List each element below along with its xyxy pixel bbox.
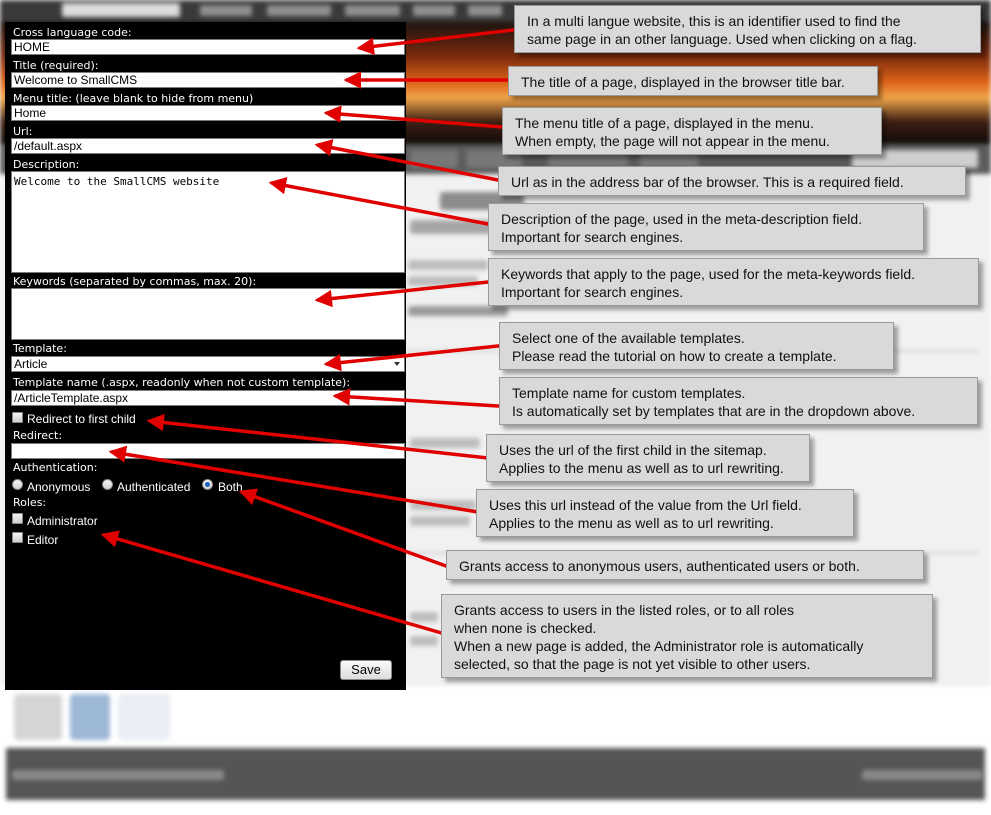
callout-text-line: Select one of the available templates. [512, 330, 745, 346]
role-administrator-label: Administrator [27, 514, 98, 528]
callout-text-line: Grants access to anonymous users, authen… [459, 558, 860, 574]
callout-text-line: Uses this url instead of the value from … [489, 497, 802, 513]
template-name-input[interactable]: /ArticleTemplate.aspx [11, 390, 405, 406]
page-properties-panel: Cross language code: HOME Title (require… [5, 22, 406, 690]
chevron-down-icon [394, 362, 400, 366]
callout-text-line: The title of a page, displayed in the br… [521, 74, 845, 90]
background-nav-link [345, 5, 400, 16]
background-nav-link [200, 5, 252, 16]
cross-language-label: Cross language code: [13, 26, 132, 39]
role-administrator-checkbox[interactable] [12, 513, 23, 524]
callout-text-line: Applies to the menu as well as to url re… [489, 515, 774, 531]
auth-both-label: Both [218, 480, 243, 494]
callout-text-line: Uses the url of the first child in the s… [499, 442, 767, 458]
callout-text-line: Description of the page, used in the met… [501, 211, 863, 227]
callout-text-line: Important for search engines. [501, 229, 684, 245]
redirect-input[interactable] [11, 443, 405, 459]
callout-url: Url as in the address bar of the browser… [498, 166, 966, 196]
callout-roles: Grants access to users in the listed rol… [441, 594, 933, 678]
callout-text-line: Keywords that apply to the page, used fo… [501, 266, 916, 282]
description-textarea[interactable]: Welcome to the SmallCMS website [11, 171, 405, 273]
template-name-label: Template name (.aspx, readonly when not … [13, 376, 351, 389]
role-editor-label: Editor [27, 533, 59, 547]
callout-text-line: selected, so that the page is not yet vi… [454, 656, 811, 672]
keywords-label: Keywords (separated by commas, max. 20): [13, 275, 257, 288]
auth-authenticated-radio[interactable] [102, 479, 113, 490]
callout-text-line: Is automatically set by templates that a… [512, 403, 916, 419]
title-label: Title (required): [13, 59, 99, 72]
background-sitemap-select [62, 3, 180, 17]
role-editor-checkbox[interactable] [12, 532, 23, 543]
callout-authentication: Grants access to anonymous users, authen… [446, 550, 924, 580]
background-text-line [408, 276, 478, 286]
callout-description: Description of the page, used in the met… [488, 203, 924, 251]
background-nav-link [413, 5, 455, 16]
background-footer-text [12, 770, 224, 780]
callout-text-line: The menu title of a page, displayed in t… [515, 115, 814, 131]
callout-text-line: Grants access to users in the listed rol… [454, 602, 795, 618]
menu-title-label: Menu title: (leave blank to hide from me… [13, 92, 254, 105]
roles-label: Roles: [13, 496, 47, 509]
background-text-line [410, 636, 438, 646]
callout-text-line: In a multi langue website, this is an id… [527, 13, 901, 29]
authentication-label: Authentication: [13, 461, 98, 474]
title-input[interactable]: Welcome to SmallCMS [11, 72, 405, 88]
callout-text-line: Applies to the menu as well as to url re… [499, 460, 784, 476]
redirect-first-child-label: Redirect to first child [27, 412, 136, 426]
callout-keywords: Keywords that apply to the page, used fo… [488, 258, 979, 306]
background-text-line [408, 306, 508, 316]
background-text-line [410, 516, 470, 526]
callout-template-name: Template name for custom templates. Is a… [499, 377, 978, 425]
partner-logo-icon [118, 694, 170, 740]
callout-menu-title: The menu title of a page, displayed in t… [502, 107, 882, 155]
callout-title: The title of a page, displayed in the br… [508, 66, 878, 96]
redirect-label: Redirect: [13, 429, 63, 442]
callout-template: Select one of the available templates. P… [499, 322, 894, 370]
background-footer-links [862, 770, 982, 780]
cross-language-input[interactable]: HOME [11, 39, 405, 55]
template-select[interactable]: Article [11, 356, 405, 372]
dotnet-logo-icon [14, 694, 62, 740]
callout-redirect-first-child: Uses the url of the first child in the s… [486, 434, 810, 482]
callout-text-line: Template name for custom templates. [512, 385, 746, 401]
url-label: Url: [13, 125, 33, 138]
jquery-logo-icon [70, 694, 110, 740]
auth-authenticated-label: Authenticated [117, 480, 191, 494]
background-menu-item [410, 150, 458, 168]
background-text-line [410, 438, 480, 448]
callout-text-line: when none is checked. [454, 620, 597, 636]
callout-text-line: Please read the tutorial on how to creat… [512, 348, 837, 364]
callout-text-line: Url as in the address bar of the browser… [511, 174, 904, 190]
callout-text-line: When a new page is added, the Administra… [454, 638, 864, 654]
background-nav-link [267, 5, 331, 16]
template-label: Template: [13, 342, 67, 355]
background-text-line [408, 260, 488, 270]
description-label: Description: [13, 158, 80, 171]
callout-redirect: Uses this url instead of the value from … [476, 489, 854, 537]
background-text-line [410, 612, 438, 622]
callout-text-line: When empty, the page will not appear in … [515, 133, 830, 149]
save-button[interactable]: Save [340, 660, 392, 680]
url-input[interactable]: /default.aspx [11, 138, 405, 154]
callout-cross-language: In a multi langue website, this is an id… [514, 5, 981, 53]
auth-anonymous-label: Anonymous [27, 480, 91, 494]
redirect-first-child-checkbox[interactable] [12, 412, 23, 423]
auth-both-radio[interactable] [202, 479, 213, 490]
template-selected-value: Article [14, 357, 48, 371]
callout-text-line: same page in an other language. Used whe… [527, 31, 917, 47]
menu-title-input[interactable]: Home [11, 105, 405, 121]
callout-text-line: Important for search engines. [501, 284, 684, 300]
background-nav-link [468, 5, 502, 16]
auth-anonymous-radio[interactable] [12, 479, 23, 490]
background-text-line [410, 500, 476, 510]
keywords-textarea[interactable] [11, 288, 405, 340]
